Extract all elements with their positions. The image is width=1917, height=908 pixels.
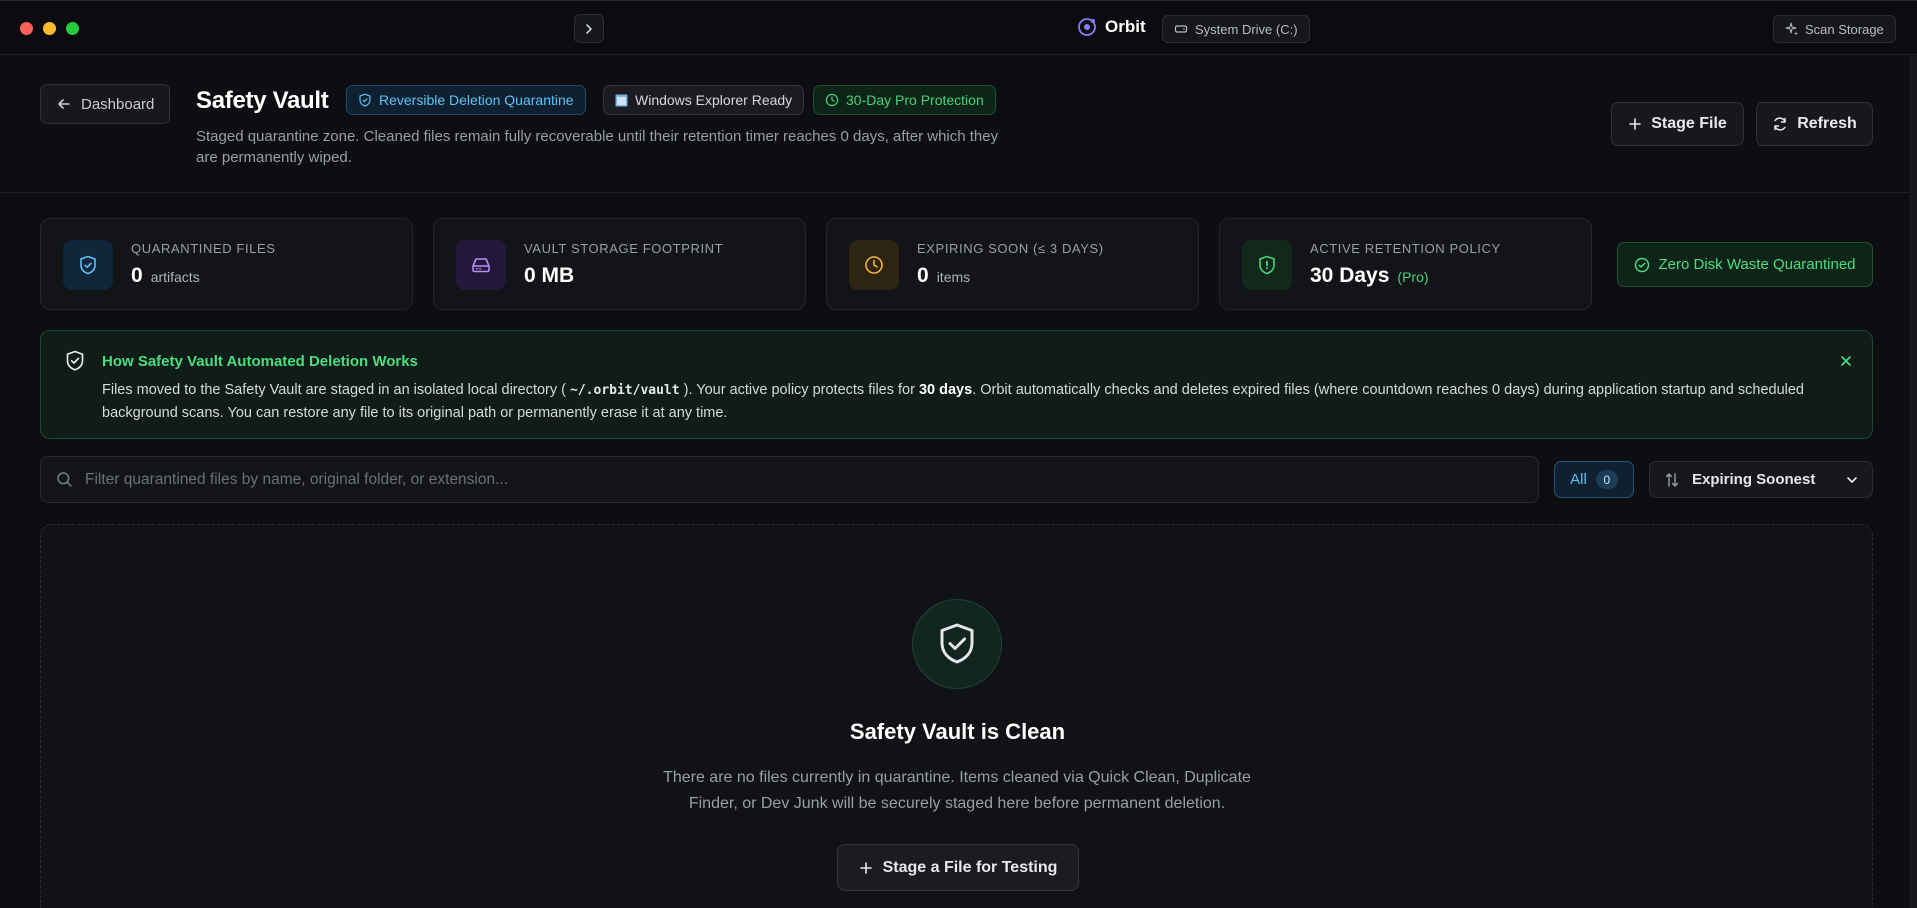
stat-card-quarantined-files: Quarantined Files 0 artifacts — [40, 218, 413, 310]
plus-icon — [1629, 118, 1642, 130]
info-text: Files moved to the Safety Vault are stag… — [102, 379, 1842, 425]
stat-label: Active Retention Policy — [1310, 241, 1501, 256]
stat-value: 0 MB — [524, 264, 574, 288]
explorer-badge-label: Windows Explorer Ready — [635, 92, 793, 108]
shield-check-icon — [359, 93, 371, 107]
window-icon — [615, 94, 628, 106]
stat-number: 0 — [917, 264, 929, 287]
hard-drive-icon — [1174, 25, 1188, 33]
shield-check-icon — [912, 599, 1002, 689]
app-brand: Orbit — [1077, 17, 1146, 37]
filter-all-count: 0 — [1595, 470, 1618, 489]
close-icon — [1841, 356, 1851, 366]
scrollbar[interactable] — [1910, 56, 1917, 908]
quarantine-badge-label: Reversible Deletion Quarantine — [379, 92, 574, 108]
drive-label: System Drive (C:) — [1195, 21, 1298, 37]
plus-icon — [859, 861, 872, 874]
retention-days: 30 days — [918, 382, 973, 398]
empty-state-panel: Safety Vault is Clean There are no files… — [40, 524, 1873, 908]
stat-unit: (Pro) — [1397, 269, 1429, 285]
page-header: Dashboard Safety Vault Reversible Deleti… — [0, 56, 1910, 193]
title-bar: Orbit System Drive (C:) Scan Storage — [0, 0, 1917, 55]
empty-state-title: Safety Vault is Clean — [849, 719, 1066, 744]
info-title: How Safety Vault Automated Deletion Work… — [102, 353, 418, 370]
stat-card-retention-policy: Active Retention Policy 30 Days (Pro) — [1219, 218, 1592, 310]
scan-storage-label: Scan Storage — [1805, 21, 1884, 37]
hard-drive-icon — [456, 240, 506, 290]
chevron-right-icon — [586, 23, 592, 34]
zero-waste-badge: Zero Disk Waste Quarantined — [1617, 242, 1873, 287]
app-name: Orbit — [1105, 17, 1146, 36]
sort-label: Expiring Soonest — [1692, 471, 1816, 488]
stage-test-file-label: Stage a File for Testing — [882, 858, 1058, 876]
close-banner-button[interactable] — [1834, 349, 1858, 373]
stat-unit: items — [936, 269, 971, 285]
scan-storage-button[interactable]: Scan Storage — [1773, 15, 1896, 43]
quarantine-badge: Reversible Deletion Quarantine — [346, 85, 586, 115]
stat-value: 0 artifacts — [131, 264, 200, 288]
search-icon — [57, 472, 72, 487]
shield-check-icon — [63, 240, 113, 290]
refresh-label: Refresh — [1797, 115, 1857, 132]
back-label: Dashboard — [81, 95, 155, 113]
stage-file-button[interactable]: Stage File — [1611, 102, 1744, 146]
drive-selector[interactable]: System Drive (C:) — [1162, 15, 1310, 43]
stat-label: Vault Storage Footprint — [524, 241, 724, 256]
info-text-part: ). Your active policy protects files for — [683, 382, 915, 398]
close-window-button[interactable] — [20, 22, 33, 35]
clock-icon — [849, 240, 899, 290]
stat-card-expiring-soon: Expiring Soon (≤ 3 Days) 0 items — [826, 218, 1199, 310]
info-banner: How Safety Vault Automated Deletion Work… — [40, 330, 1873, 439]
vault-path: ~/.orbit/vault — [570, 383, 680, 398]
pro-protection-badge: 30-Day Pro Protection — [813, 85, 996, 115]
arrow-left-icon — [58, 99, 70, 109]
clock-icon — [825, 93, 839, 107]
stat-value: 30 Days (Pro) — [1310, 264, 1429, 288]
stat-number: 0 MB — [524, 264, 575, 287]
stat-number: 30 Days — [1310, 264, 1390, 287]
empty-state-text: There are no files currently in quaranti… — [663, 769, 1251, 812]
stat-value: 0 items — [917, 264, 970, 288]
zero-waste-label: Zero Disk Waste Quarantined — [1658, 256, 1856, 273]
maximize-window-button[interactable] — [66, 22, 79, 35]
explorer-badge: Windows Explorer Ready — [603, 85, 805, 115]
minimize-window-button[interactable] — [43, 22, 56, 35]
check-circle-icon — [1635, 257, 1650, 272]
pro-protection-badge-label: 30-Day Pro Protection — [846, 92, 984, 108]
refresh-icon — [1774, 117, 1786, 131]
chevron-down-icon — [1847, 476, 1857, 483]
stat-card-vault-storage: Vault Storage Footprint 0 MB — [433, 218, 806, 310]
filter-all-button[interactable]: All 0 — [1554, 461, 1634, 498]
stat-number: 0 — [131, 264, 143, 287]
page-title: Safety Vault — [196, 87, 329, 114]
filter-all-label: All — [1570, 471, 1587, 488]
stage-test-file-button[interactable]: Stage a File for Testing — [837, 844, 1079, 891]
refresh-button[interactable]: Refresh — [1756, 102, 1873, 146]
orbit-logo-icon — [1078, 18, 1096, 36]
stage-file-label: Stage File — [1651, 115, 1727, 132]
search-input[interactable] — [85, 470, 1485, 489]
sparkles-icon — [1785, 22, 1798, 36]
stat-unit: artifacts — [150, 269, 200, 285]
page-subtitle: Staged quarantine zone. Cleaned files re… — [196, 128, 999, 166]
stat-label: Quarantined Files — [131, 241, 276, 256]
search-bar — [40, 456, 1539, 503]
info-text-part: Files moved to the Safety Vault are stag… — [102, 382, 566, 398]
shield-check-icon — [66, 350, 84, 371]
stat-label: Expiring Soon (≤ 3 Days) — [917, 241, 1104, 256]
back-to-dashboard-button[interactable]: Dashboard — [40, 84, 171, 124]
shield-alert-icon — [1242, 240, 1292, 290]
nav-forward-button[interactable] — [574, 14, 604, 43]
sort-icon — [1665, 472, 1679, 487]
sort-dropdown[interactable]: Expiring Soonest — [1649, 461, 1873, 498]
